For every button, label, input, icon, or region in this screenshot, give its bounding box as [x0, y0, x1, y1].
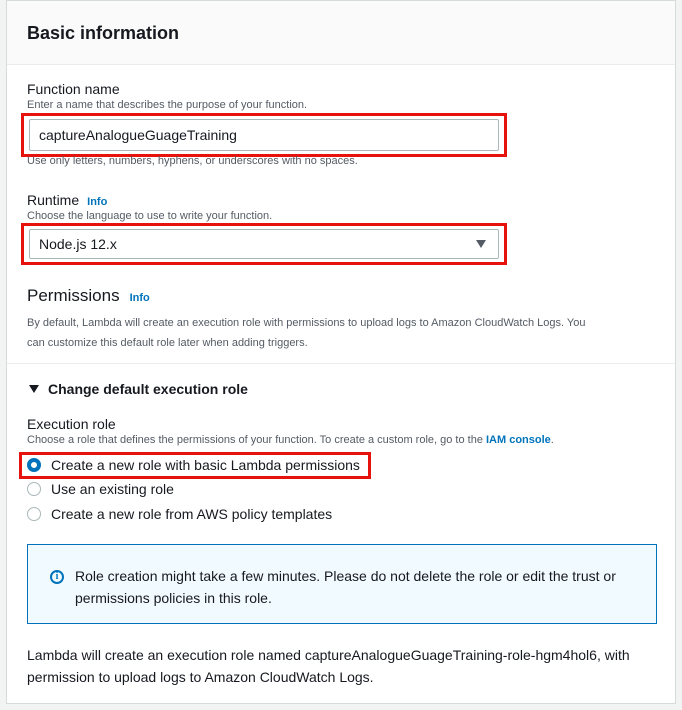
footer-note-line2: permission to upload logs to Amazon Clou…: [27, 669, 374, 685]
execution-role-note: Lambda will create an execution role nam…: [27, 644, 630, 688]
change-execution-role-expander[interactable]: Change default execution role: [29, 381, 248, 397]
radio-unchecked-icon: [27, 507, 41, 521]
info-alert-text: Role creation might take a few minutes. …: [75, 565, 645, 609]
execution-role-label: Execution role: [27, 416, 116, 432]
execution-role-description-row: Choose a role that defines the permissio…: [27, 434, 554, 446]
footer-note-line1: Lambda will create an execution role nam…: [27, 647, 630, 663]
execution-role-description-end: .: [550, 434, 554, 446]
radio-use-existing-role[interactable]: Use an existing role: [27, 481, 174, 497]
runtime-label-row: Runtime Info: [27, 192, 107, 208]
runtime-info-link[interactable]: Info: [87, 196, 107, 208]
permissions-title: Permissions: [27, 286, 120, 305]
function-name-label: Function name: [27, 81, 120, 97]
section-divider: [7, 363, 675, 364]
panel-header: Basic information: [7, 1, 675, 65]
permissions-description: By default, Lambda will create an execut…: [27, 313, 585, 353]
execution-role-description: Choose a role that defines the permissio…: [27, 434, 486, 446]
radio-unchecked-icon: [27, 482, 41, 496]
runtime-description: Choose the language to use to write your…: [27, 210, 273, 222]
function-name-highlight: [21, 113, 507, 157]
radio-policy-templates[interactable]: Create a new role from AWS policy templa…: [27, 506, 332, 522]
function-name-constraint: Use only letters, numbers, hyphens, or u…: [27, 155, 358, 167]
runtime-highlight: [21, 223, 507, 265]
execution-role-highlight: [19, 452, 371, 479]
section-title: Basic information: [27, 23, 180, 43]
iam-console-link[interactable]: IAM console: [486, 434, 551, 446]
basic-information-panel: Basic information Function name Enter a …: [6, 0, 676, 704]
caret-down-icon: [29, 385, 39, 393]
permissions-description-line2: can customize this default role later wh…: [27, 337, 308, 349]
permissions-info-link[interactable]: Info: [130, 292, 150, 304]
expander-label: Change default execution role: [48, 381, 248, 397]
info-alert: i Role creation might take a few minutes…: [27, 544, 657, 624]
info-alert-line1: Role creation might take a few minutes. …: [75, 568, 616, 584]
radio-label: Create a new role from AWS policy templa…: [51, 506, 333, 522]
info-alert-line2: permissions policies in this role.: [75, 590, 272, 606]
radio-label: Use an existing role: [51, 481, 174, 497]
info-circle-icon: i: [50, 570, 64, 584]
function-name-description: Enter a name that describes the purpose …: [27, 99, 308, 111]
permissions-heading-row: Permissions Info: [27, 286, 150, 306]
permissions-description-line1: By default, Lambda will create an execut…: [27, 317, 586, 329]
runtime-label: Runtime: [27, 192, 80, 208]
